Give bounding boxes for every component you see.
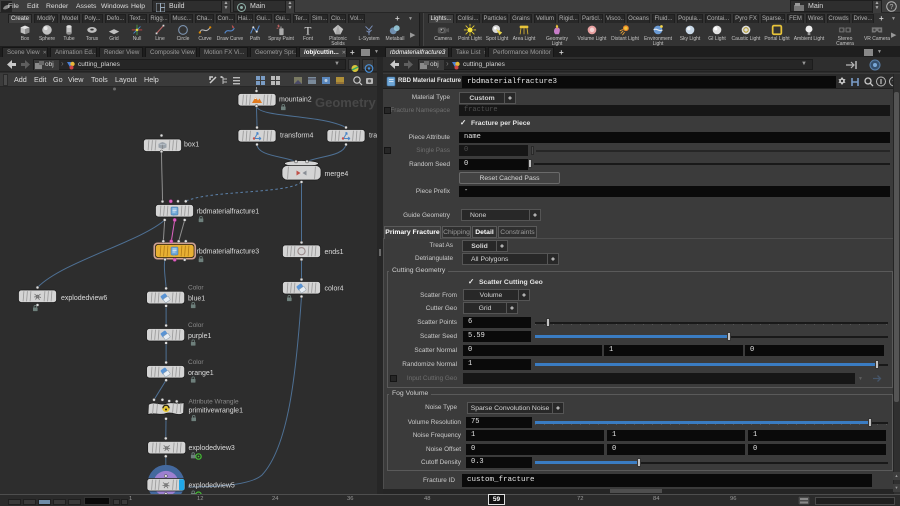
svg-text:?: ? — [890, 4, 894, 11]
svg-text:box1: box1 — [184, 142, 199, 149]
svg-text:T: T — [305, 25, 312, 36]
svg-text:color4: color4 — [325, 286, 344, 293]
svg-text:transform4: transform4 — [280, 133, 314, 140]
svg-text:primitivewrangle1: primitivewrangle1 — [189, 408, 244, 415]
svg-text:rbdmaterialfracture3: rbdmaterialfracture3 — [197, 249, 260, 256]
svg-text:explodedview6: explodedview6 — [61, 295, 107, 302]
svg-text:blue1: blue1 — [188, 296, 205, 303]
svg-text:explodedview3: explodedview3 — [189, 445, 235, 452]
svg-text:Attribute Wrangle: Attribute Wrangle — [189, 399, 239, 406]
svg-text:rbdmaterialfracture1: rbdmaterialfracture1 — [197, 209, 260, 216]
svg-text:Color: Color — [188, 359, 204, 366]
svg-text:merge4: merge4 — [325, 171, 349, 178]
svg-text:Geometry: Geometry — [315, 95, 376, 110]
svg-text:explodedview5: explodedview5 — [189, 483, 235, 490]
svg-text:purple1: purple1 — [188, 333, 211, 340]
svg-text:ends1: ends1 — [325, 249, 344, 256]
svg-text:mountain2: mountain2 — [279, 97, 312, 104]
svg-text:tra: tra — [369, 133, 377, 140]
svg-text:Color: Color — [188, 285, 204, 292]
svg-text:orange1: orange1 — [188, 370, 214, 377]
svg-text:Color: Color — [188, 322, 204, 329]
